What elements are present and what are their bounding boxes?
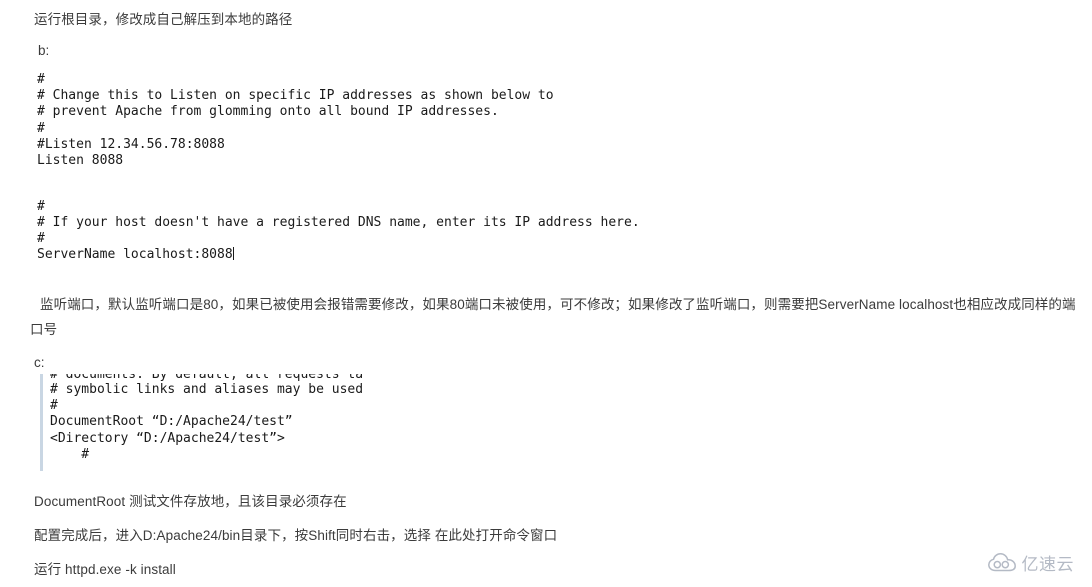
servername-value: ServerName localhost:8088 — [37, 247, 233, 262]
code-block-servername-line4: ServerName localhost:8088 — [37, 247, 234, 263]
text-cursor — [232, 247, 234, 260]
code-block-servername-line1: # — [37, 199, 45, 214]
intro-note: 运行根目录，修改成自己解压到本地的路径 — [34, 12, 293, 27]
note-run-install: 运行 httpd.exe -k install — [34, 562, 176, 577]
code-block-clipped-line-clip: # documents. By default, all requests ta — [50, 374, 480, 382]
section-c-label: c: — [34, 355, 45, 370]
section-b-label: b: — [38, 43, 50, 58]
code-block-clipped-line: # documents. By default, all requests ta — [50, 374, 364, 382]
code-block-listen: # # Change this to Listen on specific IP… — [37, 72, 554, 169]
watermark: 亿速云 — [987, 550, 1075, 575]
code-block-documentroot: # symbolic links and aliases may be used… — [50, 382, 364, 462]
code-block-documentroot-container: # documents. By default, all requests ta… — [40, 374, 560, 471]
watermark-text: 亿速云 — [1021, 555, 1074, 574]
document-page: 运行根目录，修改成自己解压到本地的路径 b: # # Change this t… — [0, 0, 1092, 587]
cloud-logo-icon — [987, 552, 1018, 573]
code-block-servername-line2: # If your host doesn't have a registered… — [37, 215, 640, 230]
note-after-config: 配置完成后，进入D:Apache24/bin目录下，按Shift同时右击，选择 … — [34, 528, 558, 543]
code-block-left-accent-bar — [40, 374, 43, 471]
note-listen-port: 监听端口，默认监听端口是80，如果已被使用会报错需要修改，如果80端口未被使用，… — [30, 297, 1076, 337]
note-documentroot: DocumentRoot 测试文件存放地，且该目录必须存在 — [34, 494, 347, 509]
code-block-servername-line3: # — [37, 231, 45, 246]
